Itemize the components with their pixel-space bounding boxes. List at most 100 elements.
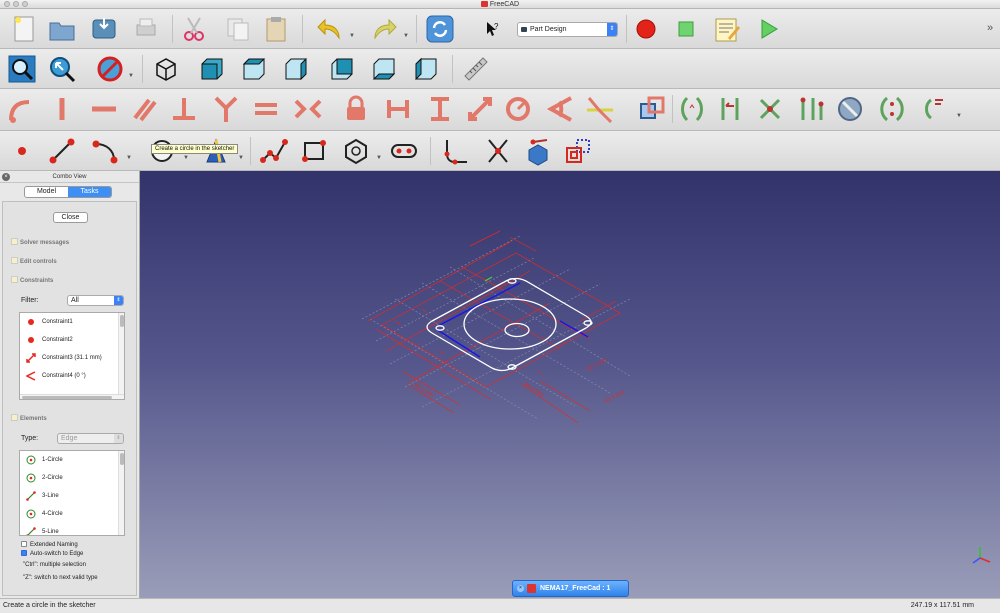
stop-macro-button[interactable] (670, 13, 702, 45)
section-constraints[interactable]: Constraints (11, 276, 53, 284)
undo-button[interactable] (314, 13, 346, 45)
constrain-vertical-button[interactable] (46, 93, 78, 125)
measure-distance-button[interactable] (460, 53, 492, 85)
document-tab[interactable]: × NEMA17_FreeCad : 1 (512, 580, 629, 597)
constrain-tangent-button[interactable] (210, 93, 242, 125)
constrain-angle-button[interactable] (544, 93, 576, 125)
record-macro-button[interactable] (630, 13, 662, 45)
extended-naming-checkbox[interactable]: Extended Naming (21, 541, 78, 548)
redo-dropdown-icon[interactable]: ▼ (403, 33, 409, 39)
constrain-equal-button[interactable] (250, 93, 282, 125)
cut-button[interactable] (178, 13, 210, 45)
constrain-symmetric-button[interactable] (292, 93, 324, 125)
draw-style-button[interactable] (94, 53, 126, 85)
list-item[interactable]: 1-Circle (20, 451, 124, 469)
constrain-parallel-button[interactable] (128, 93, 160, 125)
draw-style-dropdown-icon[interactable]: ▼ (128, 73, 134, 79)
create-rectangle-button[interactable] (298, 135, 330, 167)
list-item[interactable]: Constraint2 (20, 331, 124, 349)
redo-button[interactable] (368, 13, 400, 45)
constrain-horizontal-button[interactable] (88, 93, 120, 125)
create-line-button[interactable] (46, 135, 78, 167)
list-item[interactable]: 4-Circle (20, 505, 124, 523)
paste-button[interactable] (260, 13, 292, 45)
restore-internal-geometry-button[interactable] (918, 93, 950, 125)
constrain-lock-button[interactable] (340, 93, 372, 125)
create-point-button[interactable] (6, 135, 38, 167)
view-right-button[interactable] (280, 53, 312, 85)
toolbar-overflow-icon[interactable]: » (987, 22, 993, 34)
section-edit-controls[interactable]: Edit controls (11, 257, 57, 265)
constrain-distance-button[interactable] (464, 93, 496, 125)
execute-macro-button[interactable] (752, 13, 784, 45)
create-arc-button[interactable] (90, 135, 122, 167)
create-slot-button[interactable] (388, 135, 420, 167)
type-select[interactable]: Edge ⇕ (57, 433, 124, 444)
3d-viewport[interactable]: 31.1 mm 31.1 mm 42.3 mm 42.3 mm (140, 171, 1000, 598)
view-isometric-button[interactable] (150, 53, 182, 85)
select-elements-button[interactable] (834, 93, 866, 125)
list-item[interactable]: Constraint4 (0 °) (20, 367, 124, 385)
trim-edge-button[interactable] (482, 135, 514, 167)
toggle-driving-constraint-button[interactable] (636, 93, 668, 125)
constrain-perpendicular-button[interactable] (168, 93, 200, 125)
select-origin-button[interactable] (714, 93, 746, 125)
select-redundant-button[interactable] (754, 93, 786, 125)
show-hide-geometry-button[interactable] (876, 93, 908, 125)
sketch-drawing[interactable]: 31.1 mm 31.1 mm 42.3 mm 42.3 mm (140, 171, 1000, 598)
filter-select[interactable]: All ⇕ (67, 295, 124, 306)
construction-lines (435, 282, 589, 358)
arc-dropdown-icon[interactable]: ▼ (126, 155, 132, 161)
constraint-list-scrollbar[interactable] (118, 313, 124, 399)
macros-button[interactable] (710, 13, 742, 45)
whats-this-icon[interactable]: ? (476, 13, 508, 45)
create-polyline-button[interactable] (258, 135, 290, 167)
view-bottom-button[interactable] (368, 53, 400, 85)
view-front-button[interactable] (196, 53, 228, 85)
constrain-radius-button[interactable] (502, 93, 534, 125)
auto-switch-checkbox[interactable]: Auto-switch to Edge (21, 550, 83, 557)
constrain-horizontal-distance-button[interactable] (382, 93, 414, 125)
close-button[interactable]: Close (53, 212, 88, 223)
refresh-button[interactable] (424, 13, 456, 45)
external-geometry-button[interactable] (522, 135, 554, 167)
workbench-selector[interactable]: Part Design ⇕ (517, 22, 618, 37)
select-constraints-button[interactable] (676, 93, 708, 125)
constrain-snell-button[interactable] (584, 93, 616, 125)
fit-all-button[interactable] (6, 53, 38, 85)
tab-tasks[interactable]: Tasks (68, 187, 111, 197)
section-solver-messages[interactable]: Solver messages (11, 238, 69, 246)
list-item[interactable]: 3-Line (20, 487, 124, 505)
conic-dropdown-icon[interactable]: ▼ (238, 155, 244, 161)
list-item[interactable]: 5-Line (20, 523, 124, 535)
list-item[interactable]: Constraint3 (31.1 mm) (20, 349, 124, 367)
dimension-label: 31.1 mm (586, 357, 608, 373)
circle-dropdown-icon[interactable]: ▼ (183, 155, 189, 161)
close-icon[interactable]: × (2, 173, 10, 181)
undo-dropdown-icon[interactable]: ▼ (349, 33, 355, 39)
polygon-dropdown-icon[interactable]: ▼ (376, 155, 382, 161)
section-elements[interactable]: Elements (11, 414, 47, 422)
new-document-button[interactable] (8, 13, 40, 45)
view-top-button[interactable] (238, 53, 270, 85)
more-dropdown-icon[interactable]: ▼ (956, 113, 962, 119)
tab-model[interactable]: Model (25, 187, 68, 197)
save-button[interactable] (88, 13, 120, 45)
open-folder-button[interactable] (46, 13, 78, 45)
list-item[interactable]: 2-Circle (20, 469, 124, 487)
print-button[interactable] (130, 13, 162, 45)
close-tab-icon[interactable]: × (517, 585, 524, 592)
view-rear-button[interactable] (326, 53, 358, 85)
constraint-list-hscrollbar[interactable] (20, 394, 124, 399)
copy-button[interactable] (222, 13, 254, 45)
create-fillet-button[interactable] (440, 135, 472, 167)
element-list-scrollbar[interactable] (118, 451, 124, 535)
view-left-button[interactable] (410, 53, 442, 85)
fit-selection-button[interactable] (46, 53, 78, 85)
list-item[interactable]: Constraint1 (20, 313, 124, 331)
constrain-coincident-button[interactable] (4, 93, 36, 125)
create-polygon-button[interactable] (340, 135, 372, 167)
carbon-copy-button[interactable] (562, 135, 594, 167)
constrain-vertical-distance-button[interactable] (424, 93, 456, 125)
select-conflicting-button[interactable] (794, 93, 826, 125)
